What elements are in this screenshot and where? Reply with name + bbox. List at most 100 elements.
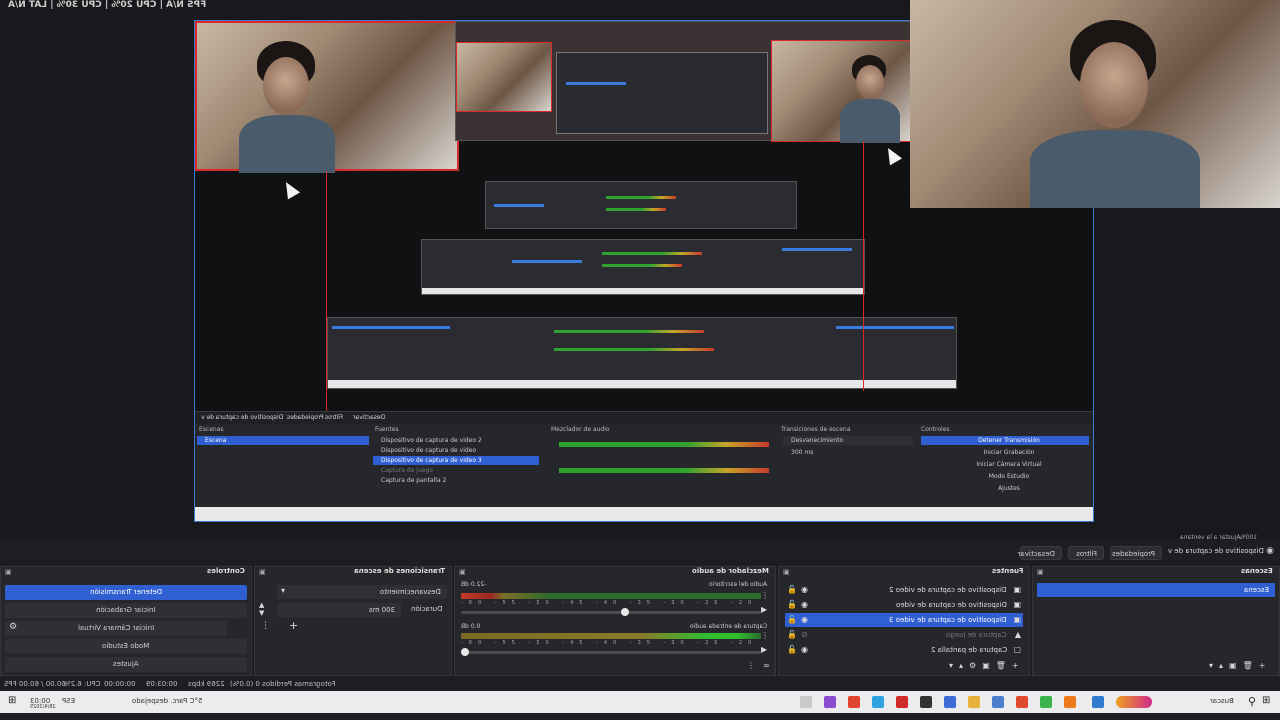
status-bar: 60.00 / 60.00 FPS CPU: 6.2% 00:00:00 00:…: [0, 677, 1280, 691]
deactivate-button[interactable]: Desactivar: [1018, 546, 1062, 560]
menu-dots-icon[interactable]: ⋮: [747, 661, 755, 670]
volume-meter: [461, 633, 761, 639]
widget-icon[interactable]: [1116, 696, 1152, 708]
transition-select[interactable]: Desvanecimiento ▾: [277, 585, 447, 599]
cpu-readout: CPU: 6.2%: [64, 680, 101, 688]
menu-dots-icon[interactable]: ⋮: [261, 621, 270, 631]
speaker-icon[interactable]: ▶: [761, 605, 767, 614]
fit-window-label[interactable]: Ajustar a la ventana: [1180, 534, 1241, 541]
start-recording-button[interactable]: Iniciar Grabación: [5, 603, 247, 618]
nested-preview-top: [455, 21, 915, 143]
live-time: 00:03:09: [146, 680, 178, 688]
app-icon[interactable]: [992, 696, 1004, 708]
chrome-icon[interactable]: [848, 696, 860, 708]
current-source-label: Dispositivo de captura de v: [1168, 547, 1264, 555]
lock-icon: 🔓: [787, 645, 797, 654]
webcam-source-left[interactable]: [195, 21, 459, 173]
volume-slider[interactable]: [461, 648, 761, 656]
add-icon[interactable]: +: [289, 619, 298, 632]
studio-mode-button[interactable]: Modo Estudio: [5, 639, 247, 654]
volume-slider[interactable]: [461, 608, 761, 616]
source-item-selected[interactable]: 🔓 ◉ Dispositivo de captura de video 3 ▣: [785, 613, 1023, 627]
properties-button[interactable]: Propiedades: [1110, 546, 1162, 560]
search-icon[interactable]: ⚲: [1248, 695, 1256, 708]
speaker-icon[interactable]: ▶: [761, 645, 767, 654]
filters-button[interactable]: Filtros: [1068, 546, 1104, 560]
transitions-panel: Transiciones de escena ▣ Desvanecimiento…: [254, 566, 452, 676]
webcam-overlay: [910, 0, 1280, 208]
zoom-label[interactable]: 100%: [1240, 534, 1257, 541]
lock-icon: 🔓: [787, 585, 797, 594]
app-icon[interactable]: [1016, 696, 1028, 708]
dock-icon[interactable]: ▣: [783, 568, 790, 576]
audio-mixer-panel: Mezclador de audio ▣ Audio del escritori…: [454, 566, 776, 676]
channel-db: 0.0 dB: [461, 623, 481, 630]
nested-taskbar: [195, 507, 1093, 521]
app-icon[interactable]: [1092, 696, 1104, 708]
transitions-title: Transiciones de escena: [353, 567, 445, 575]
lock-icon: 🔓: [787, 615, 797, 624]
duration-input[interactable]: 300 ms: [277, 603, 401, 617]
camera-icon: ▣: [1013, 615, 1021, 624]
app-icon[interactable]: [872, 696, 884, 708]
settings-button[interactable]: Ajustes: [5, 657, 247, 672]
windows-taskbar: ⊞ 00:03 28/4/2025 ESP 5°C Parc. despejad…: [0, 691, 1280, 713]
stop-stream-button[interactable]: Detener Transmisión: [5, 585, 247, 600]
scenes-title: Escenas: [1241, 567, 1273, 575]
date: 28/4/2025: [30, 704, 56, 710]
source-item[interactable]: 🔓 ◉ Captura de pantalla 2 ▢: [785, 643, 1023, 657]
app-icon[interactable]: [824, 696, 836, 708]
menu-dots-icon[interactable]: ⋮: [761, 591, 769, 600]
gamepad-icon: ▲: [1014, 630, 1021, 639]
lock-icon: 🔓: [787, 600, 797, 609]
bitrate-readout: 2269 kbps: [188, 680, 225, 688]
scenes-panel: Escenas ▣ Escena ▾▴▣🗑+: [1032, 566, 1280, 676]
spin-arrows-icon[interactable]: ▲ ▼: [259, 601, 264, 617]
eye-icon: ◉: [801, 645, 808, 654]
channel-db: -22.0 dB: [461, 581, 487, 588]
duration-label: Duración: [411, 605, 443, 613]
scene-item-selected[interactable]: Escena: [1037, 583, 1275, 597]
camera-icon: ▣: [1013, 600, 1021, 609]
source-item[interactable]: 🔓 ◉ Dispositivo de captura de video 2 ▣: [785, 583, 1023, 597]
source-toolbar: ◉ Dispositivo de captura de v Propiedade…: [0, 534, 1280, 564]
eye-icon: ◉: [801, 585, 808, 594]
weather-widget[interactable]: 5°C Parc. despejado: [132, 697, 202, 705]
app-icon[interactable]: [1064, 696, 1076, 708]
dock-icon[interactable]: ▣: [459, 568, 466, 576]
folder-icon[interactable]: [968, 696, 980, 708]
scenes-footer-icons[interactable]: ▾▴▣🗑+: [1209, 661, 1271, 670]
start-icon[interactable]: ⊞: [8, 695, 16, 706]
dock-icon[interactable]: ▣: [5, 568, 12, 576]
app-icon[interactable]: [1040, 696, 1052, 708]
gear-icon[interactable]: ⚙: [9, 622, 17, 632]
start-virtual-camera-button[interactable]: Iniciar Cámara Virtual: [5, 621, 227, 636]
cursor-icon: [881, 144, 903, 166]
monitor-icon: ▢: [1013, 645, 1021, 654]
preview-area[interactable]: FPS N/A | CPU 20% | CPU 30% | LAT N/A Di…: [0, 0, 1280, 540]
app-icon[interactable]: [944, 696, 956, 708]
camera-icon: ◉: [1266, 546, 1274, 556]
chevron-down-icon: ▾: [281, 586, 286, 595]
controls-title: Controles: [207, 567, 245, 575]
eye-icon: ◉: [801, 615, 808, 624]
eye-hidden-icon: ⊘: [801, 630, 808, 639]
dock-icon[interactable]: ▣: [259, 568, 266, 576]
search-box-label[interactable]: Buscar: [1210, 697, 1234, 705]
mixer-title: Mezclador de audio: [692, 567, 769, 575]
app-icon[interactable]: [896, 696, 908, 708]
source-item[interactable]: 🔓 ⊘ Captura de juego ▲: [785, 628, 1023, 642]
link-icon[interactable]: ∞: [763, 661, 770, 670]
nested-obs-dock: Dispositivo de captura de v Propiedades …: [195, 411, 1093, 521]
db-scale: -60 -55 -50 -45 -40 -35 -30 -25 -20 -15 …: [461, 640, 758, 646]
dock-icon[interactable]: ▣: [1037, 568, 1044, 576]
dropped-frames: Fotogramas Perdidos 0 (0.0%): [230, 680, 336, 688]
gear-icon[interactable]: [800, 696, 812, 708]
volume-meter: [461, 593, 761, 599]
windows-icon[interactable]: ⊞: [1262, 695, 1270, 706]
menu-dots-icon[interactable]: ⋮: [761, 631, 769, 640]
obs-icon[interactable]: [920, 696, 932, 708]
sources-footer-icons[interactable]: ▾▴⚙▣🗑+: [949, 661, 1025, 670]
sources-panel: Fuentes ▣ 🔓 ◉ Dispositivo de captura de v…: [778, 566, 1030, 676]
source-item[interactable]: 🔓 ◉ Dispositivo de captura de video ▣: [785, 598, 1023, 612]
